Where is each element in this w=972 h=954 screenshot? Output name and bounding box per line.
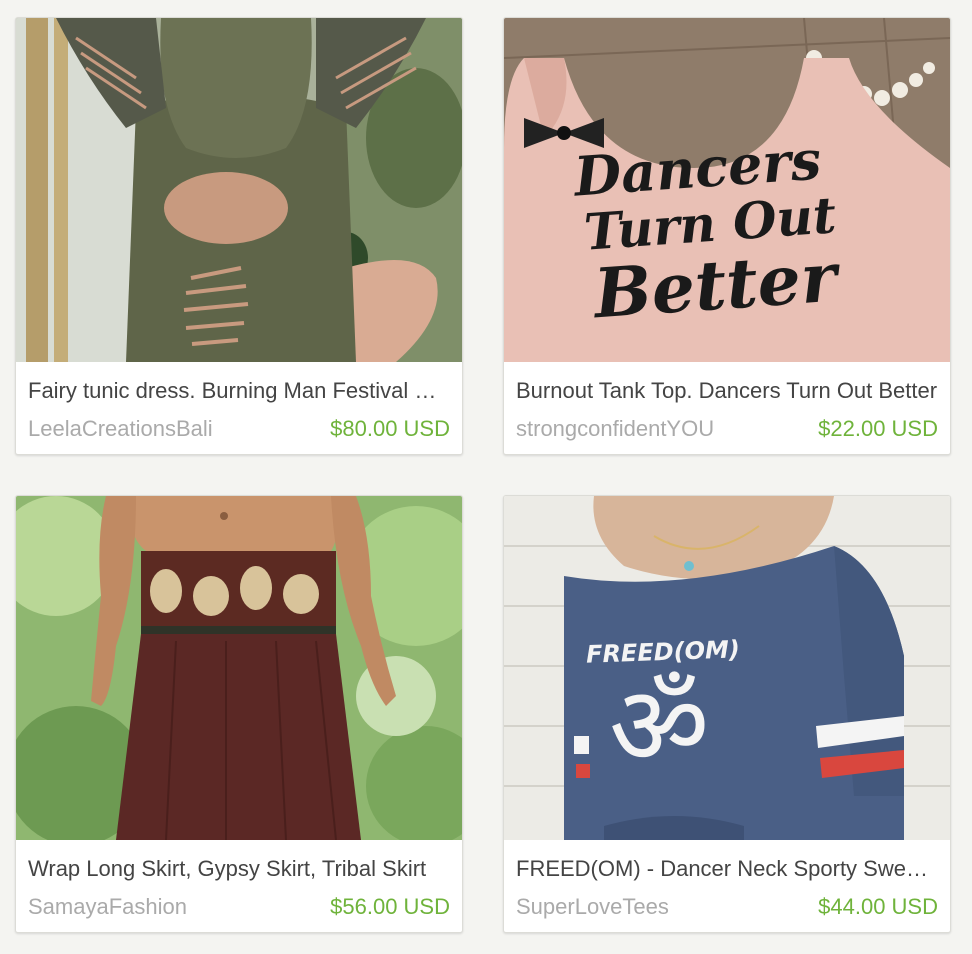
shop-name[interactable]: strongconfidentYOU bbox=[516, 416, 714, 442]
listing-card[interactable]: Dancers Turn Out Better Burnout Tank Top… bbox=[503, 17, 951, 455]
listing-price: $22.00 USD bbox=[818, 416, 938, 441]
om-symbol: ॐ bbox=[609, 662, 710, 790]
listing-card[interactable]: Wrap Long Skirt, Gypsy Skirt, Tribal Ski… bbox=[15, 495, 463, 933]
listing-card[interactable]: FREED(OM) ॐ FREED(OM) - Dancer Neck Spor… bbox=[503, 495, 951, 933]
shop-name[interactable]: SuperLoveTees bbox=[516, 894, 669, 920]
listing-title[interactable]: Fairy tunic dress. Burning Man Festival … bbox=[28, 378, 450, 404]
listing-title[interactable]: FREED(OM) - Dancer Neck Sporty Sweatshir… bbox=[516, 856, 938, 882]
listing-image[interactable] bbox=[16, 18, 462, 362]
listing-price: $44.00 USD bbox=[818, 894, 938, 919]
listing-price: $56.00 USD bbox=[330, 894, 450, 919]
listing-title[interactable]: Burnout Tank Top. Dancers Turn Out Bette… bbox=[516, 378, 938, 404]
listing-price: $80.00 USD bbox=[330, 416, 450, 441]
listing-card[interactable]: Fairy tunic dress. Burning Man Festival … bbox=[15, 17, 463, 455]
shop-name[interactable]: LeelaCreationsBali bbox=[28, 416, 213, 442]
listing-title[interactable]: Wrap Long Skirt, Gypsy Skirt, Tribal Ski… bbox=[28, 856, 450, 882]
tank-text-line-3: Better bbox=[591, 237, 840, 335]
listing-image[interactable] bbox=[16, 496, 462, 840]
shop-name[interactable]: SamayaFashion bbox=[28, 894, 187, 920]
listing-image[interactable] bbox=[504, 496, 950, 840]
